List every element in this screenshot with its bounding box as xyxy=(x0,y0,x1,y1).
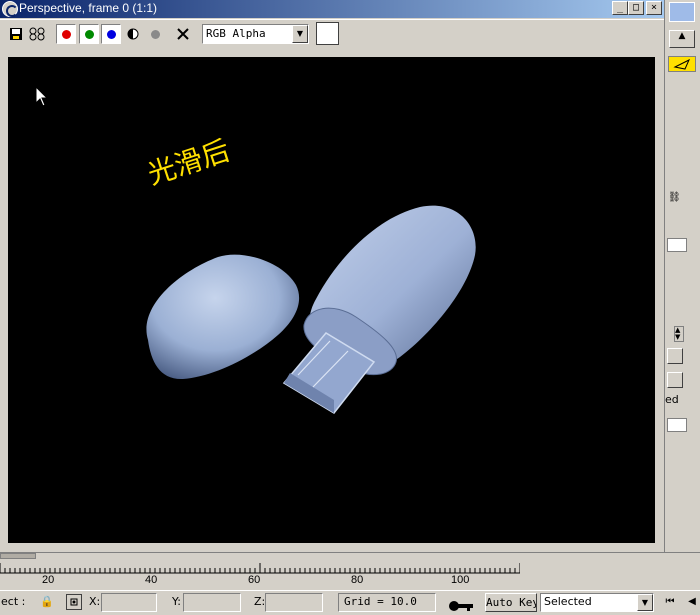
clear-icon[interactable] xyxy=(173,24,193,44)
monochrome-icon[interactable] xyxy=(145,24,165,44)
panel-link-icon[interactable]: ⛓ xyxy=(668,192,682,206)
window-title: Perspective, frame 0 (1:1) xyxy=(19,1,158,15)
panel-tab-icon[interactable] xyxy=(669,2,695,22)
app-logo-icon[interactable] xyxy=(2,1,18,17)
color-swatch[interactable] xyxy=(316,22,339,45)
y-label: Y: xyxy=(172,595,181,608)
close-button[interactable]: × xyxy=(646,1,662,15)
key-icon[interactable] xyxy=(447,596,475,612)
render-viewport[interactable]: 光滑后 xyxy=(8,57,655,543)
command-panel: ▲ ⛓ ▲ ▼ ed xyxy=(664,0,700,560)
timeline-tick-label: 80 xyxy=(351,574,364,586)
alpha-channel-icon[interactable] xyxy=(123,24,143,44)
panel-field[interactable] xyxy=(667,418,687,432)
timeline-tick-label: 60 xyxy=(248,574,261,586)
select-tool-icon[interactable] xyxy=(668,56,696,72)
chevron-down-icon[interactable]: ▼ xyxy=(292,25,308,43)
blue-channel-toggle[interactable] xyxy=(101,24,121,44)
lock-icon[interactable]: 🔒 xyxy=(40,595,54,608)
panel-spinner[interactable]: ▲ ▼ xyxy=(674,326,684,342)
timeline-tick-label: 100 xyxy=(451,574,470,586)
x-label: X: xyxy=(89,595,101,608)
clone-window-icon[interactable] xyxy=(28,24,48,44)
key-filter-value: Selected xyxy=(544,595,592,608)
green-channel-toggle[interactable] xyxy=(79,24,99,44)
panel-arrow-up-icon[interactable]: ▲ xyxy=(669,30,695,48)
go-to-start-icon[interactable]: ⏮ xyxy=(660,594,680,611)
z-coordinate-field[interactable] xyxy=(265,593,323,612)
maximize-button[interactable]: □ xyxy=(628,1,644,15)
grid-display: Grid = 10.0 xyxy=(338,593,436,612)
panel-fragment-text: ed xyxy=(665,393,679,406)
timeline-tick-label: 40 xyxy=(145,574,158,586)
timeline-tick-label: 20 xyxy=(42,574,55,586)
transform-mode-icon[interactable] xyxy=(66,594,82,610)
chevron-down-icon[interactable]: ▼ xyxy=(637,594,653,611)
minimize-button[interactable]: _ xyxy=(612,1,628,15)
usb-drive-render xyxy=(146,205,476,414)
previous-frame-icon[interactable]: ◀ xyxy=(684,594,700,611)
save-icon[interactable] xyxy=(6,24,26,44)
panel-button[interactable] xyxy=(667,348,683,364)
red-channel-toggle[interactable] xyxy=(56,24,76,44)
channel-select[interactable]: RGB Alpha ▼ xyxy=(202,24,309,44)
panel-field[interactable] xyxy=(667,238,687,252)
z-label: Z: xyxy=(254,595,266,608)
panel-button[interactable] xyxy=(667,372,683,388)
y-coordinate-field[interactable] xyxy=(183,593,241,612)
auto-key-button[interactable]: Auto Key xyxy=(485,593,537,612)
channel-select-value: RGB Alpha xyxy=(206,27,266,40)
x-coordinate-field[interactable] xyxy=(101,593,157,612)
timeline[interactable] xyxy=(0,552,700,590)
mouse-cursor-icon xyxy=(35,86,49,107)
status-fragment-text: ect : xyxy=(1,595,26,608)
